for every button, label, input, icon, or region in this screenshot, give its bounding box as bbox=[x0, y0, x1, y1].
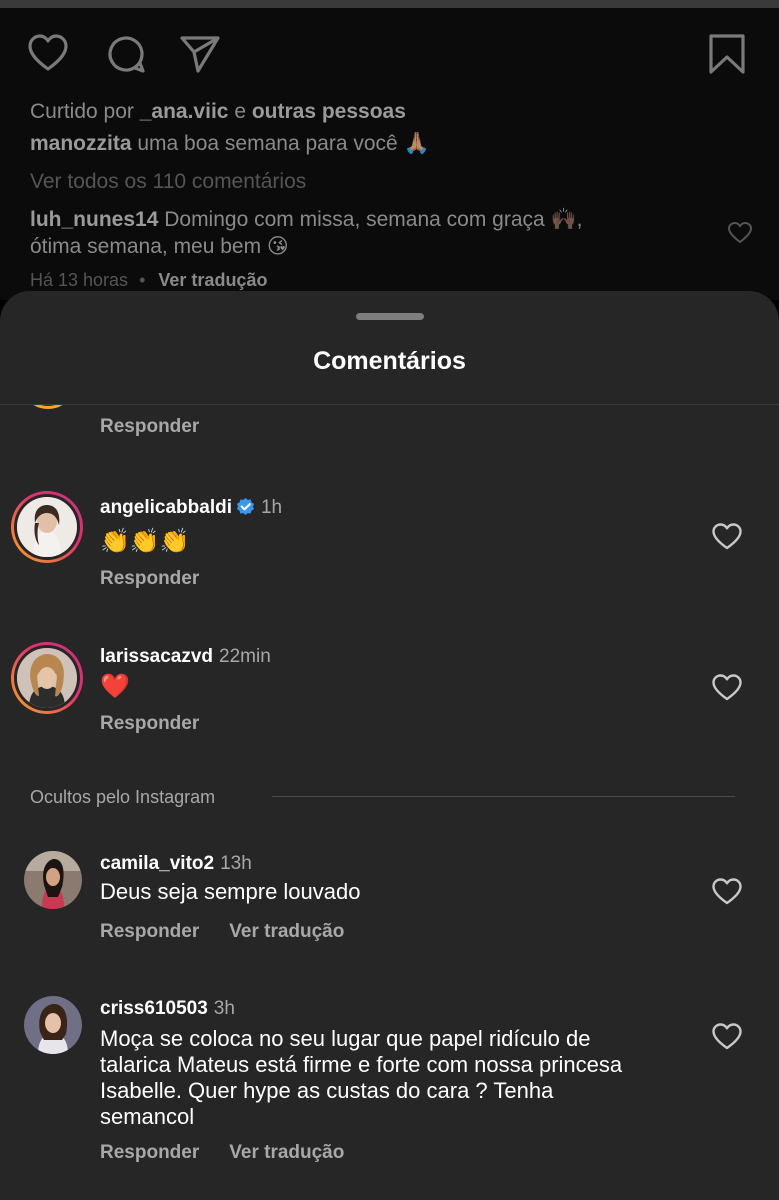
liked-by-line: Curtido por _ana.viic e outras pessoas bbox=[30, 100, 406, 123]
reply-button[interactable]: Responder bbox=[100, 416, 199, 437]
comment-username[interactable]: criss610503 3h bbox=[100, 998, 235, 1020]
top-comment-meta: Há 13 horas • Ver tradução bbox=[30, 270, 267, 291]
avatar[interactable] bbox=[11, 642, 83, 714]
comment-bubble-icon[interactable] bbox=[104, 32, 148, 76]
top-comment-time: Há 13 horas bbox=[30, 270, 129, 290]
avatar[interactable] bbox=[24, 851, 82, 909]
comment-time: 22min bbox=[219, 646, 271, 667]
post-image-edge bbox=[0, 0, 779, 8]
heart-icon[interactable] bbox=[711, 1021, 743, 1053]
comment-text-line: Moça se coloca no seu lugar que papel ri… bbox=[100, 1026, 591, 1051]
comment-text-line: talarica Mateus está firme e forte com n… bbox=[100, 1052, 623, 1077]
top-comment-translate-link[interactable]: Ver tradução bbox=[158, 270, 267, 290]
caption-username[interactable]: manozzita bbox=[30, 132, 132, 155]
comments-list[interactable]: Responder angelicabbaldi 1h 👏👏👏 Responde… bbox=[0, 405, 779, 1200]
liked-by-user[interactable]: _ana.viic bbox=[140, 100, 229, 123]
translate-link[interactable]: Ver tradução bbox=[229, 921, 344, 942]
avatar[interactable] bbox=[11, 491, 83, 563]
comment-text: Deus seja sempre louvado bbox=[100, 879, 361, 904]
post-action-bar bbox=[26, 32, 749, 76]
comment-text: Moça se coloca no seu lugar que papel ri… bbox=[100, 1026, 719, 1130]
comment-time: 13h bbox=[220, 853, 252, 874]
comment-text-line: semancol bbox=[100, 1104, 195, 1129]
verified-badge-icon bbox=[236, 497, 255, 522]
divider bbox=[272, 796, 735, 797]
avatar[interactable] bbox=[24, 996, 82, 1054]
translate-link[interactable]: Ver tradução bbox=[229, 1142, 344, 1163]
separator-dot: • bbox=[139, 270, 146, 290]
reply-row: Responder Ver tradução bbox=[100, 921, 374, 943]
paper-plane-icon[interactable] bbox=[178, 32, 222, 76]
top-comment: luh_nunes14 Domingo com missa, semana co… bbox=[30, 206, 749, 233]
comments-sheet: Comentários Responder angelicabbaldi 1h … bbox=[0, 291, 779, 1200]
heart-icon[interactable] bbox=[26, 32, 70, 76]
comment-text-line: Isabelle. Quer hype as custas do cara ? … bbox=[100, 1078, 554, 1103]
liked-by-others[interactable]: outras pessoas bbox=[252, 100, 406, 123]
caption-text: uma boa semana para você 🙏🏽 bbox=[137, 132, 430, 155]
heart-icon[interactable] bbox=[711, 672, 743, 704]
comment-username[interactable]: camila_vito2 13h bbox=[100, 853, 252, 875]
top-comment-username[interactable]: luh_nunes14 bbox=[30, 208, 158, 231]
avatar[interactable] bbox=[20, 405, 76, 409]
reply-row: Responder Ver tradução bbox=[100, 1142, 374, 1164]
comment-text: ❤️ bbox=[100, 673, 130, 700]
comment-username[interactable]: angelicabbaldi 1h bbox=[100, 497, 282, 522]
post-background: Curtido por _ana.viic e outras pessoas m… bbox=[0, 0, 779, 300]
reply-button[interactable]: Responder bbox=[100, 568, 199, 589]
comment-time: 1h bbox=[260, 497, 283, 518]
top-comment-text-1: Domingo com missa, semana com graça 🙌🏿, bbox=[164, 208, 583, 231]
reply-row: Responder bbox=[100, 568, 229, 590]
reply-button[interactable]: Responder bbox=[100, 921, 199, 942]
heart-icon[interactable] bbox=[711, 521, 743, 553]
bookmark-icon[interactable] bbox=[705, 32, 749, 76]
comment-username[interactable]: larissacazvd 22min bbox=[100, 646, 271, 668]
reply-button[interactable]: Responder bbox=[100, 713, 199, 734]
comment-text: 👏👏👏 bbox=[100, 528, 190, 555]
top-comment-text-2: ótima semana, meu bem 😘 bbox=[30, 235, 289, 258]
hidden-comments-label[interactable]: Ocultos pelo Instagram bbox=[30, 787, 215, 808]
view-all-comments-link[interactable]: Ver todos os 110 comentários bbox=[30, 168, 749, 195]
reply-row: Responder bbox=[100, 713, 229, 735]
comment-time: 3h bbox=[213, 998, 235, 1019]
heart-icon[interactable] bbox=[711, 876, 743, 908]
reply-button[interactable]: Responder bbox=[100, 1142, 199, 1163]
post-caption: manozzita uma boa semana para você 🙏🏽 bbox=[30, 130, 749, 157]
sheet-drag-handle[interactable] bbox=[356, 313, 424, 320]
heart-icon[interactable] bbox=[727, 220, 753, 246]
reply-row: Responder bbox=[100, 416, 229, 438]
sheet-title: Comentários bbox=[313, 347, 466, 375]
